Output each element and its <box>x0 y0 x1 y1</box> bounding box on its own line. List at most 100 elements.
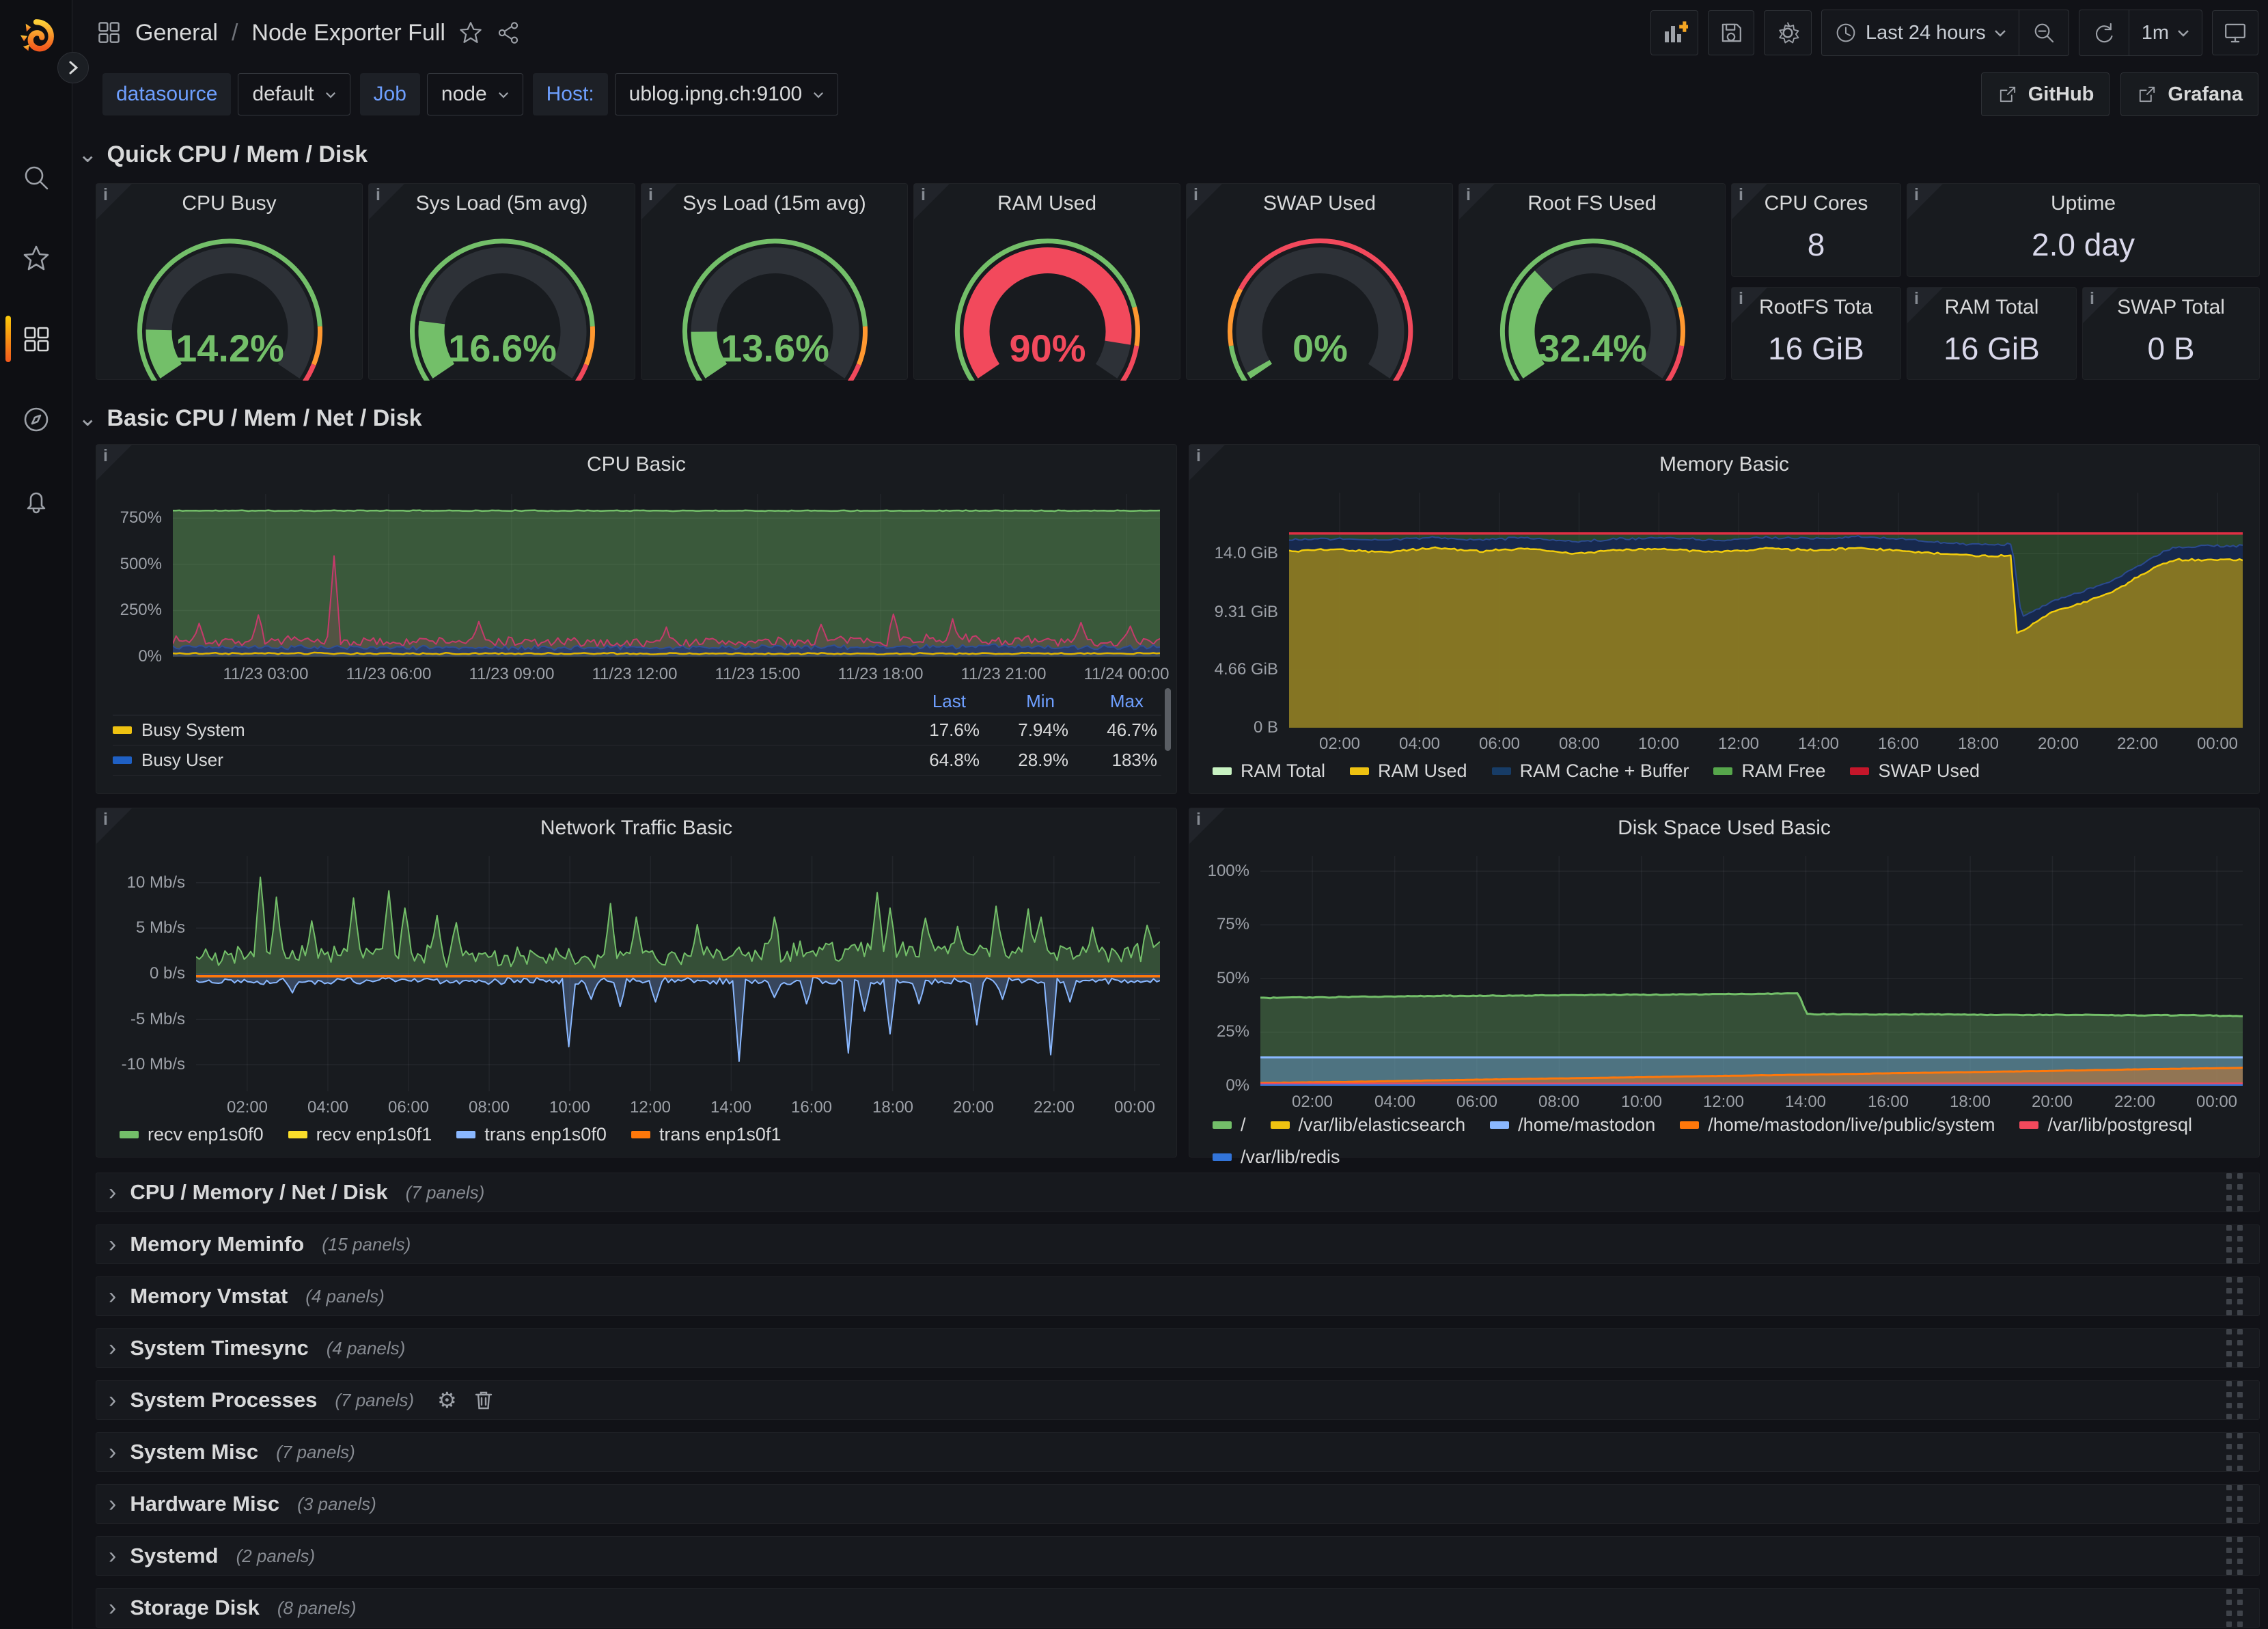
panel-title[interactable]: CPU Busy <box>124 192 335 215</box>
breadcrumb-section[interactable]: General <box>135 20 218 46</box>
gauge-canvas[interactable]: 13.6% <box>641 214 909 381</box>
variable-value-dropdown[interactable]: node <box>427 73 523 115</box>
panel-title[interactable]: CPU Cores <box>1759 192 1873 215</box>
dashboard-row-system-misc[interactable]: ›System Misc(7 panels) <box>96 1432 2260 1472</box>
legend-stat-header[interactable]: Min <box>966 691 1055 712</box>
sidebar-expand-button[interactable] <box>57 52 89 83</box>
legend-stat-header[interactable]: Max <box>1055 691 1144 712</box>
dashboard-row-memory-meminfo[interactable]: ›Memory Meminfo(15 panels) <box>96 1224 2260 1264</box>
timeseries-canvas[interactable] <box>196 856 1160 1091</box>
panel-title[interactable]: RAM Used <box>941 192 1152 215</box>
legend-item[interactable]: /var/lib/elasticsearch <box>1271 1114 1466 1136</box>
legend-label[interactable]: Busy User <box>141 750 223 771</box>
apps-grid-icon[interactable] <box>96 19 123 46</box>
row-drag-handle[interactable] <box>2226 1381 2243 1419</box>
refresh-button[interactable] <box>2079 10 2129 55</box>
drag-dot <box>2237 1206 2243 1212</box>
panel-title[interactable]: Disk Space Used Basic <box>1217 817 2232 840</box>
tv-mode-button[interactable] <box>2212 10 2258 55</box>
section-header-basic-cpu-mem-net-disk[interactable]: ⌄Basic CPU / Mem / Net / Disk <box>78 405 422 432</box>
row-drag-handle[interactable] <box>2226 1329 2243 1367</box>
panel-title[interactable]: Sys Load (5m avg) <box>396 192 607 215</box>
dashboard-row-system-processes[interactable]: ›System Processes(7 panels)⚙ <box>96 1380 2260 1420</box>
variable-value-dropdown[interactable]: default <box>238 73 350 115</box>
legend-item[interactable]: recv enp1s0f1 <box>288 1124 432 1145</box>
row-settings-gear-icon[interactable]: ⚙ <box>437 1387 457 1413</box>
gauge-canvas[interactable]: 0% <box>1187 214 1454 381</box>
github-link-button[interactable]: GitHub <box>1981 72 2110 116</box>
panel-title[interactable]: Sys Load (15m avg) <box>669 192 880 215</box>
dashboard-settings-button[interactable] <box>1764 10 1812 55</box>
favorite-star-icon[interactable] <box>458 20 484 46</box>
panel-title[interactable]: SWAP Total <box>2110 296 2232 319</box>
sidebar-item-explore[interactable] <box>0 399 72 440</box>
sidebar-item-search[interactable] <box>0 157 72 198</box>
legend-item[interactable]: trans enp1s0f1 <box>631 1124 782 1145</box>
row-drag-handle[interactable] <box>2226 1589 2243 1627</box>
dashboard-row-hardware-misc[interactable]: ›Hardware Misc(3 panels) <box>96 1484 2260 1524</box>
drag-dot <box>2226 1329 2232 1334</box>
panel-title[interactable]: Memory Basic <box>1217 453 2232 476</box>
sidebar-item-starred[interactable] <box>0 238 72 279</box>
share-icon[interactable] <box>496 20 521 45</box>
panel-title[interactable]: Root FS Used <box>1486 192 1698 215</box>
zoom-out-button[interactable] <box>2019 10 2069 55</box>
legend-swatch <box>631 1131 650 1138</box>
row-drag-handle[interactable] <box>2226 1225 2243 1263</box>
legend-item[interactable]: RAM Cache + Buffer <box>1492 761 1689 782</box>
dashboard-row-cpu-memory-net-disk[interactable]: ›CPU / Memory / Net / Disk(7 panels) <box>96 1173 2260 1212</box>
row-drag-handle[interactable] <box>2226 1173 2243 1212</box>
legend-label[interactable]: Busy System <box>141 720 245 741</box>
row-drag-handle[interactable] <box>2226 1537 2243 1575</box>
variable-value-dropdown[interactable]: ublog.ipng.ch:9100 <box>615 73 839 115</box>
gauge-canvas[interactable]: 14.2% <box>96 214 363 381</box>
legend-stat-header[interactable]: Last <box>877 691 966 712</box>
grafana-logo-icon[interactable] <box>12 15 61 59</box>
sidebar <box>0 0 72 1629</box>
dashboard-row-systemd[interactable]: ›Systemd(2 panels) <box>96 1536 2260 1576</box>
legend-item[interactable]: /var/lib/redis <box>1213 1147 1340 1168</box>
row-delete-trash-icon[interactable] <box>475 1390 493 1410</box>
row-drag-handle[interactable] <box>2226 1433 2243 1471</box>
timeseries-canvas[interactable] <box>1289 493 2243 728</box>
timeseries-canvas[interactable] <box>1260 856 2243 1086</box>
dashboard-row-system-timesync[interactable]: ›System Timesync(4 panels) <box>96 1328 2260 1368</box>
gauge-canvas[interactable]: 16.6% <box>369 214 636 381</box>
panel-title[interactable]: CPU Basic <box>124 453 1149 476</box>
panel-title[interactable]: RootFS Total <box>1759 296 1873 319</box>
gauge-canvas[interactable]: 90% <box>914 214 1181 381</box>
dashboard-row-storage-disk[interactable]: ›Storage Disk(8 panels) <box>96 1588 2260 1628</box>
legend-item[interactable]: /var/lib/postgresql <box>2019 1114 2192 1136</box>
grafana-link-button[interactable]: Grafana <box>2120 72 2258 116</box>
row-drag-handle[interactable] <box>2226 1485 2243 1523</box>
legend-item[interactable]: /home/mastodon/live/public/system <box>1680 1114 1995 1136</box>
legend-swatch <box>1213 1121 1232 1129</box>
legend-item[interactable]: RAM Used <box>1350 761 1467 782</box>
legend-item[interactable]: recv enp1s0f0 <box>120 1124 264 1145</box>
dashboard-row-memory-vmstat[interactable]: ›Memory Vmstat(4 panels) <box>96 1276 2260 1316</box>
timeseries-canvas[interactable] <box>173 494 1160 657</box>
x-axis-tick: 11/23 15:00 <box>689 665 826 684</box>
save-dashboard-button[interactable] <box>1708 10 1754 55</box>
legend-scrollbar[interactable] <box>1165 688 1171 751</box>
legend-item[interactable]: /home/mastodon <box>1490 1114 1655 1136</box>
panel-title[interactable]: SWAP Used <box>1214 192 1425 215</box>
sidebar-item-alerting[interactable] <box>0 480 72 521</box>
panel-title[interactable]: Network Traffic Basic <box>124 817 1149 840</box>
panel-title[interactable]: Uptime <box>1935 192 2232 215</box>
drag-dot <box>2226 1611 2232 1616</box>
legend-item[interactable]: RAM Total <box>1213 761 1325 782</box>
panel-title[interactable]: RAM Total <box>1935 296 2049 319</box>
drag-dot <box>2237 1392 2243 1397</box>
sidebar-item-dashboards[interactable] <box>0 318 72 359</box>
legend-item[interactable]: RAM Free <box>1713 761 1825 782</box>
add-panel-button[interactable] <box>1650 10 1698 55</box>
legend-item[interactable]: / <box>1213 1114 1246 1136</box>
legend-item[interactable]: SWAP Used <box>1850 761 1980 782</box>
legend-item[interactable]: trans enp1s0f0 <box>456 1124 607 1145</box>
section-header-quick-cpu-mem-disk[interactable]: ⌄Quick CPU / Mem / Disk <box>78 141 368 168</box>
refresh-interval-picker[interactable]: 1m <box>2129 10 2202 55</box>
gauge-canvas[interactable]: 32.4% <box>1459 214 1726 381</box>
time-range-picker[interactable]: Last 24 hours <box>1822 10 2019 55</box>
row-drag-handle[interactable] <box>2226 1277 2243 1315</box>
